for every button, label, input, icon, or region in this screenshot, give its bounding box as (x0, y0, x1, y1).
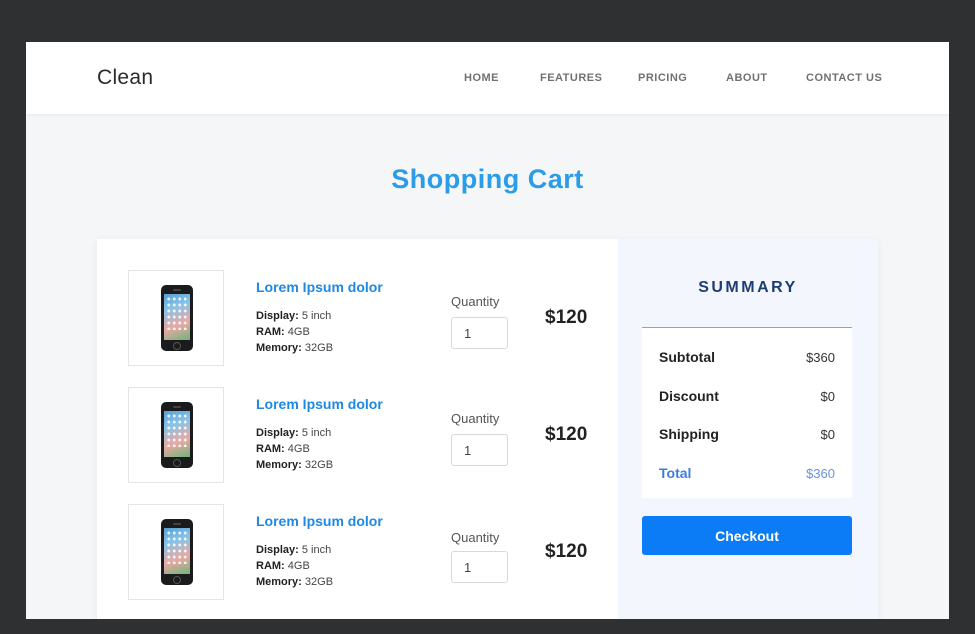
browser-screen: Clean HOME FEATURES PRICING ABOUT CONTAC… (26, 42, 949, 619)
summary-discount: Discount $0 (659, 388, 835, 406)
nav-contact-us[interactable]: CONTACT US (806, 72, 882, 84)
spec-display: Display: 5 inch (256, 427, 332, 439)
quantity-label: Quantity (451, 530, 500, 545)
navbar: Clean HOME FEATURES PRICING ABOUT CONTAC… (26, 42, 949, 114)
nav-about[interactable]: ABOUT (726, 72, 768, 84)
summary-subtotal: Subtotal $360 (659, 349, 835, 367)
summary-value: $0 (820, 389, 835, 404)
summary-title: SUMMARY (698, 279, 798, 296)
spec-display: Display: 5 inch (256, 544, 332, 556)
cart-card: Lorem Ipsum dolor Display: 5 inch RAM: 4… (97, 239, 878, 619)
nav-features[interactable]: FEATURES (540, 72, 602, 84)
summary-value: $0 (820, 427, 835, 442)
spec-ram: RAM: 4GB (256, 443, 310, 455)
summary-total: Total $360 (659, 465, 835, 483)
spec-ram: RAM: 4GB (256, 560, 310, 572)
summary-panel: SUMMARY Subtotal $360 Discount $0 Shippi… (618, 239, 878, 619)
summary-value: $360 (806, 466, 835, 481)
product-thumbnail (128, 270, 224, 366)
device-frame: Clean HOME FEATURES PRICING ABOUT CONTAC… (0, 0, 975, 634)
summary-box: Subtotal $360 Discount $0 Shipping $0 To… (642, 327, 852, 498)
smartphone-image (161, 285, 193, 351)
product-name[interactable]: Lorem Ipsum dolor (256, 513, 383, 529)
product-name[interactable]: Lorem Ipsum dolor (256, 396, 383, 412)
checkout-button[interactable]: Checkout (642, 516, 852, 555)
cart-item: Lorem Ipsum dolor Display: 5 inch RAM: 4… (97, 504, 618, 600)
nav-home[interactable]: HOME (464, 72, 499, 84)
summary-value: $360 (806, 350, 835, 365)
spec-memory: Memory: 32GB (256, 342, 334, 354)
summary-label: Shipping (659, 426, 719, 442)
quantity-input[interactable] (451, 551, 508, 583)
item-price: $120 (545, 541, 588, 562)
cart-item: Lorem Ipsum dolor Display: 5 inch RAM: 4… (97, 387, 618, 483)
quantity-label: Quantity (451, 294, 500, 309)
smartphone-image (161, 402, 193, 468)
quantity-label: Quantity (451, 411, 500, 426)
smartphone-image (161, 519, 193, 585)
item-price: $120 (545, 424, 588, 445)
product-name[interactable]: Lorem Ipsum dolor (256, 279, 383, 295)
summary-label: Total (659, 465, 692, 481)
nav-links: HOME FEATURES PRICING ABOUT CONTACT US (26, 72, 949, 86)
summary-shipping: Shipping $0 (659, 426, 835, 444)
product-thumbnail (128, 504, 224, 600)
quantity-input[interactable] (451, 317, 508, 349)
item-price: $120 (545, 307, 588, 328)
spec-memory: Memory: 32GB (256, 576, 334, 588)
quantity-input[interactable] (451, 434, 508, 466)
page-title: Shopping Cart (391, 164, 584, 194)
cart-item: Lorem Ipsum dolor Display: 5 inch RAM: 4… (97, 270, 618, 366)
spec-display: Display: 5 inch (256, 310, 332, 322)
summary-label: Subtotal (659, 349, 715, 365)
summary-label: Discount (659, 388, 719, 404)
product-thumbnail (128, 387, 224, 483)
spec-memory: Memory: 32GB (256, 459, 334, 471)
spec-ram: RAM: 4GB (256, 326, 310, 338)
nav-pricing[interactable]: PRICING (638, 72, 687, 84)
